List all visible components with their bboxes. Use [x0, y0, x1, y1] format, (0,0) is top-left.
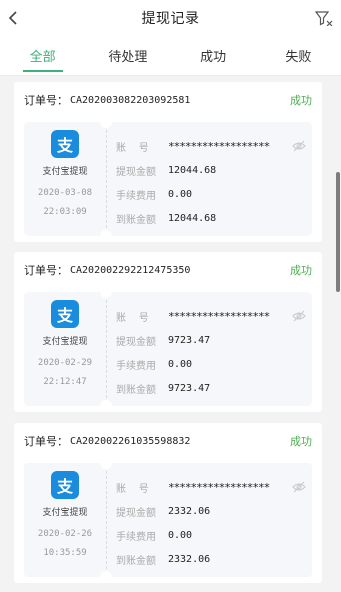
fee-value: 0.00 — [168, 529, 193, 541]
received-value: 9723.47 — [168, 382, 211, 394]
dashed-divider — [106, 471, 107, 569]
dashed-divider — [106, 130, 107, 228]
record-time: 10:35:59 — [43, 548, 87, 558]
ticket-notch — [100, 286, 112, 298]
account-label: 账 号 — [116, 312, 149, 324]
received-row: 到账金额 12044.68 — [116, 210, 306, 226]
amount-label: 提现金额 — [116, 507, 156, 519]
record-card[interactable]: 订单号： CA202003082203092581 成功 支 支付宝提现 202… — [14, 82, 322, 242]
ticket-notch — [100, 230, 112, 242]
payment-method: 支付宝提现 — [42, 167, 88, 177]
order-number: CA202003082203092581 — [70, 94, 191, 106]
tab-all[interactable]: 全部 — [0, 36, 85, 75]
record-date: 2020-02-26 — [37, 529, 93, 539]
account-label: 账 号 — [116, 483, 149, 495]
alipay-icon: 支 — [51, 130, 79, 158]
filter-button[interactable] — [313, 7, 335, 29]
fee-row: 手续费用 0.00 — [116, 356, 306, 372]
eye-hidden-icon[interactable] — [292, 310, 306, 322]
account-row: 账 号 ****************** — [116, 308, 306, 324]
amount-value: 9723.47 — [168, 334, 211, 346]
fee-value: 0.00 — [168, 188, 193, 200]
status-tabs: 全部 待处理 成功 失败 — [0, 36, 341, 76]
ticket: 支 支付宝提现 2020-03-08 22:03:09 账 号 ********… — [24, 116, 312, 242]
payment-method: 支付宝提现 — [42, 508, 88, 518]
order-label: 订单号： — [24, 94, 68, 107]
account-row: 账 号 ****************** — [116, 138, 306, 154]
fee-label: 手续费用 — [116, 360, 156, 372]
status-badge: 成功 — [290, 435, 312, 448]
received-row: 到账金额 9723.47 — [116, 380, 306, 396]
ticket-notch — [100, 571, 112, 583]
received-label: 到账金额 — [116, 384, 156, 396]
order-number: CA202002292212475350 — [70, 264, 191, 276]
amount-label: 提现金额 — [116, 336, 156, 348]
account-label: 账 号 — [116, 142, 149, 154]
record-list[interactable]: 订单号： CA202003082203092581 成功 支 支付宝提现 202… — [0, 76, 341, 592]
card-header: 订单号： CA202002292212475350 成功 — [14, 252, 322, 288]
ticket-notch — [100, 400, 112, 412]
ticket: 支 支付宝提现 2020-02-29 22:12:47 账 号 ********… — [24, 286, 312, 412]
account-value: ****************** — [168, 480, 270, 494]
record-date: 2020-02-29 — [37, 358, 93, 368]
card-header: 订单号： CA202003082203092581 成功 — [14, 82, 322, 118]
order-label: 订单号： — [24, 264, 68, 277]
amount-row: 提现金额 2332.06 — [116, 503, 306, 519]
status-badge: 成功 — [290, 94, 312, 107]
status-badge: 成功 — [290, 264, 312, 277]
ticket-notch — [100, 116, 112, 128]
header: 提现记录 — [0, 0, 341, 36]
fee-label: 手续费用 — [116, 190, 156, 202]
received-label: 到账金额 — [116, 214, 156, 226]
received-value: 12044.68 — [168, 212, 217, 224]
page-title: 提现记录 — [141, 11, 200, 27]
account-value: ****************** — [168, 309, 270, 323]
account-row: 账 号 ****************** — [116, 479, 306, 495]
received-value: 2332.06 — [168, 553, 211, 565]
order-label: 订单号： — [24, 435, 68, 448]
ticket-notch — [100, 457, 112, 469]
order-number: CA202002261035598832 — [70, 435, 191, 447]
alipay-icon: 支 — [51, 471, 79, 499]
back-button[interactable] — [2, 6, 24, 30]
chevron-left-icon — [8, 11, 17, 25]
record-date: 2020-03-08 — [37, 188, 93, 198]
amount-value: 12044.68 — [168, 164, 217, 176]
eye-hidden-icon[interactable] — [292, 140, 306, 152]
scrollbar-thumb[interactable] — [336, 172, 340, 292]
tab-failed[interactable]: 失败 — [256, 36, 341, 75]
payment-method: 支付宝提现 — [42, 337, 88, 347]
record-time: 22:12:47 — [43, 377, 87, 387]
record-time: 22:03:09 — [43, 207, 87, 217]
amount-row: 提现金额 9723.47 — [116, 332, 306, 348]
tab-pending[interactable]: 待处理 — [85, 36, 170, 75]
alipay-icon: 支 — [51, 300, 79, 328]
amount-row: 提现金额 12044.68 — [116, 162, 306, 178]
fee-label: 手续费用 — [116, 531, 156, 543]
card-header: 订单号： CA202002261035598832 成功 — [14, 423, 322, 459]
scrollbar[interactable] — [335, 76, 341, 592]
amount-label: 提现金额 — [116, 166, 156, 178]
tab-success[interactable]: 成功 — [171, 36, 256, 75]
eye-hidden-icon[interactable] — [292, 481, 306, 493]
record-card[interactable]: 订单号： CA202002292212475350 成功 支 支付宝提现 202… — [14, 252, 322, 412]
fee-row: 手续费用 0.00 — [116, 186, 306, 202]
fee-row: 手续费用 0.00 — [116, 527, 306, 543]
amount-value: 2332.06 — [168, 505, 211, 517]
dashed-divider — [106, 300, 107, 398]
received-label: 到账金额 — [116, 555, 156, 567]
ticket: 支 支付宝提现 2020-02-26 10:35:59 账 号 ********… — [24, 457, 312, 583]
received-row: 到账金额 2332.06 — [116, 551, 306, 567]
record-card[interactable]: 订单号： CA202002261035598832 成功 支 支付宝提现 202… — [14, 423, 322, 583]
filter-icon — [315, 11, 333, 26]
fee-value: 0.00 — [168, 358, 193, 370]
account-value: ****************** — [168, 139, 270, 153]
